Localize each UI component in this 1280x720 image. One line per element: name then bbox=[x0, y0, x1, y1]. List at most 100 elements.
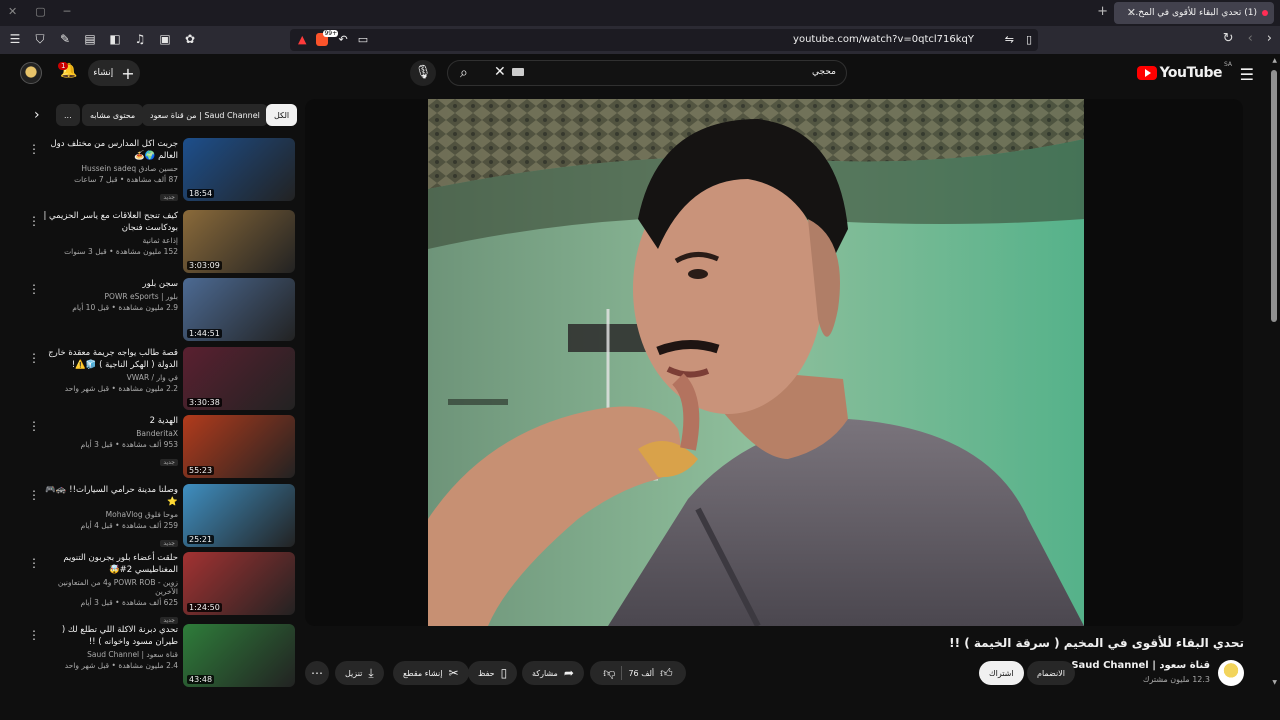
channel-name[interactable]: قناة سعود | Saud Channel bbox=[1071, 660, 1210, 671]
shield-icon[interactable]: ⛉ bbox=[33, 32, 47, 47]
video-title-related[interactable]: قصة طالب يواجه جريمة معقدة خارج الدولة (… bbox=[38, 347, 178, 371]
video-thumbnail[interactable]: 25:21 bbox=[183, 484, 295, 547]
video-title-related[interactable]: جربت اكل المدارس من مختلف دول العالم 🌍🍝 bbox=[38, 138, 179, 162]
video-thumbnail[interactable]: 3:30:38 bbox=[183, 347, 295, 410]
more-vertical-icon[interactable]: ⋮ bbox=[28, 488, 40, 502]
download-button[interactable]: تنزيل ⤓ bbox=[335, 661, 384, 685]
save-button[interactable]: حفظ ▯ bbox=[468, 661, 518, 685]
video-title-related[interactable]: حلقت أعضاء بلور بجربون التنويم المغناطيس… bbox=[38, 552, 178, 576]
reload-icon[interactable]: ↻ bbox=[1223, 31, 1234, 46]
video-title-related[interactable]: تحدي دبرنة الاكلة اللي تطلع لك ( طيران م… bbox=[38, 624, 178, 648]
video-frame[interactable] bbox=[428, 99, 1084, 626]
chevron-right-icon[interactable]: › bbox=[34, 107, 40, 123]
more-vertical-icon[interactable]: ⋮ bbox=[28, 214, 40, 228]
scroll-down-icon[interactable]: ▼ bbox=[1272, 679, 1277, 686]
maximize-icon[interactable]: ▢ bbox=[35, 5, 45, 18]
tab-title: (1) تحدي البقاء للأقوى في المخ... bbox=[1129, 8, 1257, 18]
address-bar-left: ▲ 99+ ↶ ▭ bbox=[298, 30, 368, 46]
dislike-icon[interactable]: 👎︎ bbox=[603, 666, 615, 681]
video-channel[interactable]: قناة سعود | Saud Channel bbox=[38, 650, 178, 659]
tab-close-icon[interactable]: ✕ bbox=[1127, 6, 1136, 19]
like-count[interactable]: 76 ألف bbox=[628, 669, 654, 678]
video-channel[interactable]: حسين صادق Hussein sadeq bbox=[38, 164, 178, 173]
reader-icon[interactable]: ▤ bbox=[83, 32, 97, 47]
browser-tab-active[interactable]: (1) تحدي البقاء للأقوى في المخ... bbox=[1114, 2, 1274, 24]
search-bar[interactable]: ⌕ ✕ محجي bbox=[447, 60, 847, 86]
chip-channel[interactable]: من قناة سعود | Saud Channel bbox=[142, 104, 268, 126]
video-duration: 25:21 bbox=[187, 535, 215, 544]
join-button[interactable]: الانضمام bbox=[1027, 661, 1075, 685]
music-icon[interactable]: ♫ bbox=[133, 32, 147, 47]
video-channel[interactable]: زوين - POWR ROB و4 من المتعاونين الآخرين bbox=[38, 578, 178, 596]
chip-all[interactable]: الكل bbox=[266, 104, 298, 126]
video-title-related[interactable]: كيف تنجح العلاقات مع ياسر الحزيمي | بودك… bbox=[38, 210, 178, 234]
video-duration: 3:03:09 bbox=[187, 261, 222, 270]
address-bar[interactable]: ▲ 99+ ↶ ▭ youtube.com/watch?v=0qtcl716kq… bbox=[290, 29, 1038, 51]
like-icon[interactable]: 👍︎ bbox=[660, 666, 673, 681]
video-stats: 953 ألف مشاهدة • قبل 3 أيام bbox=[80, 440, 178, 449]
video-channel[interactable]: BanderitaX bbox=[38, 429, 178, 438]
warning-icon[interactable]: ▲ bbox=[298, 33, 306, 46]
more-vertical-icon[interactable]: ⋮ bbox=[28, 282, 40, 296]
search-icon[interactable]: ⌕ bbox=[460, 65, 468, 81]
video-title-related[interactable]: سجن بلور bbox=[38, 278, 178, 290]
scroll-up-icon[interactable]: ▲ bbox=[1272, 57, 1277, 64]
video-title-related[interactable]: وصلنا مدينة حرامي السيارات!! 🚓🎮⭐ bbox=[38, 484, 178, 508]
more-vertical-icon[interactable]: ⋮ bbox=[28, 351, 40, 365]
microphone-icon[interactable]: 🎙 bbox=[410, 60, 436, 86]
url-text[interactable]: youtube.com/watch?v=0qtcl716kqY bbox=[793, 34, 974, 45]
video-title-related[interactable]: الهدية 2 bbox=[38, 415, 178, 427]
video-channel[interactable]: موحا فلوق MohaVlog bbox=[38, 510, 178, 519]
video-channel[interactable]: إذاعة ثمانية bbox=[38, 236, 178, 245]
hamburger-menu-icon[interactable]: ☰ bbox=[1240, 65, 1254, 84]
bookmark-icon[interactable]: ▯ bbox=[1026, 33, 1032, 46]
more-vertical-icon[interactable]: ⋮ bbox=[28, 419, 40, 433]
video-meta: وصلنا مدينة حرامي السيارات!! 🚓🎮⭐ موحا فلو… bbox=[38, 484, 178, 549]
menu-icon[interactable]: ☰ bbox=[8, 32, 22, 47]
video-player[interactable] bbox=[305, 99, 1243, 626]
video-duration: 1:44:51 bbox=[187, 329, 222, 338]
channel-avatar[interactable] bbox=[1218, 660, 1244, 686]
puzzle-icon[interactable]: ✿ bbox=[183, 32, 197, 47]
clear-search-icon[interactable]: ✕ bbox=[494, 64, 506, 80]
scrollbar-thumb[interactable] bbox=[1271, 70, 1277, 322]
sidebar-icon[interactable]: ◧ bbox=[108, 32, 122, 47]
create-button[interactable]: إنشاء + bbox=[88, 60, 140, 86]
share-button[interactable]: مشاركة ➦ bbox=[522, 661, 584, 685]
video-stats: 2.2 مليون مشاهدة • قبل شهر واحد bbox=[64, 384, 178, 393]
more-vertical-icon[interactable]: ⋮ bbox=[28, 628, 40, 642]
pip-icon[interactable]: ▭ bbox=[358, 33, 368, 46]
close-window-icon[interactable]: ✕ bbox=[8, 5, 17, 18]
account-avatar[interactable] bbox=[20, 62, 42, 84]
youtube-logo[interactable]: YouTube SA bbox=[1136, 61, 1232, 81]
video-thumbnail[interactable]: 55:23 bbox=[183, 415, 295, 478]
keyboard-icon[interactable] bbox=[512, 68, 524, 76]
video-thumbnail[interactable]: 18:54 bbox=[183, 138, 295, 201]
video-meta: كيف تنجح العلاقات مع ياسر الحزيمي | بودك… bbox=[38, 210, 178, 256]
undo-icon[interactable]: ↶ bbox=[338, 33, 347, 46]
video-thumbnail[interactable]: 3:03:09 bbox=[183, 210, 295, 273]
site-settings-icon[interactable]: ⇋ bbox=[1005, 33, 1014, 46]
brave-shield-icon[interactable]: 99+ bbox=[316, 30, 339, 46]
video-thumbnail[interactable]: 1:24:50 bbox=[183, 552, 295, 615]
new-tab-button[interactable]: + bbox=[1097, 4, 1108, 19]
clip-button[interactable]: إنشاء مقطع ✂ bbox=[393, 661, 469, 685]
search-input[interactable]: محجي bbox=[812, 67, 836, 77]
more-vertical-icon[interactable]: ⋮ bbox=[28, 142, 40, 156]
video-channel[interactable]: بلور | POWR eSports bbox=[38, 292, 178, 301]
subscribe-button[interactable]: اشتراك bbox=[979, 661, 1024, 685]
video-thumbnail[interactable]: 1:44:51 bbox=[183, 278, 295, 341]
chip-more[interactable]: ... bbox=[56, 104, 80, 126]
screenshot-icon[interactable]: ▣ bbox=[158, 32, 172, 47]
more-actions-button[interactable]: ⋯ bbox=[305, 661, 329, 685]
forward-icon[interactable]: › bbox=[1267, 31, 1272, 46]
video-thumbnail[interactable]: 43:48 bbox=[183, 624, 295, 687]
more-vertical-icon[interactable]: ⋮ bbox=[28, 556, 40, 570]
video-meta: جربت اكل المدارس من مختلف دول العالم 🌍🍝 ح… bbox=[38, 138, 178, 203]
chip-related[interactable]: محتوى مشابه bbox=[82, 104, 144, 126]
download-label: تنزيل bbox=[345, 668, 363, 678]
extension-icon[interactable]: ✎ bbox=[58, 32, 72, 47]
video-channel[interactable]: في وار / VWAR bbox=[38, 373, 178, 382]
minimize-icon[interactable]: ─ bbox=[64, 5, 71, 18]
back-icon[interactable]: ‹ bbox=[1248, 31, 1253, 46]
